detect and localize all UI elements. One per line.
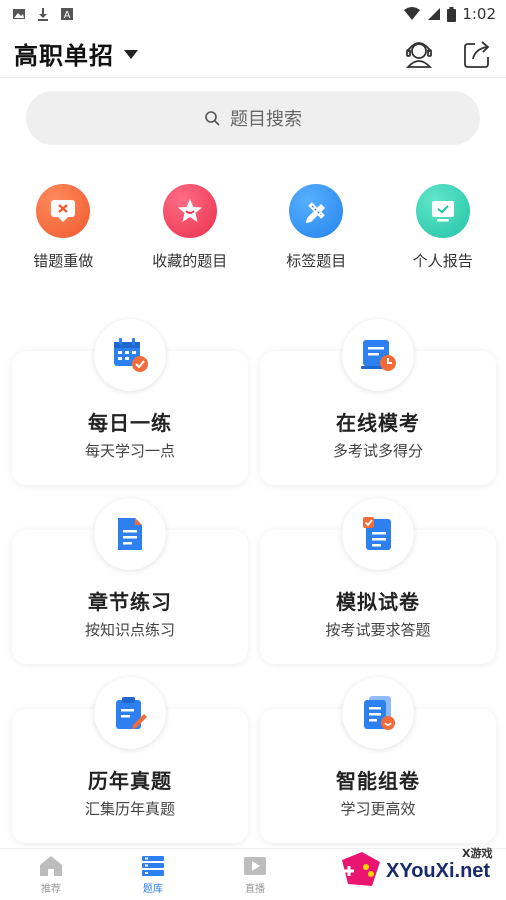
tab-label: 直播 (245, 884, 265, 895)
share-icon (464, 40, 490, 68)
caret-down-icon (124, 50, 138, 59)
status-time: 1:02 (462, 5, 496, 23)
checklist-paper-icon (342, 498, 414, 570)
play-video-icon (244, 857, 266, 875)
quick-actions-row: 错题重做 收藏的题目 标签题目 个人报告 (0, 184, 506, 271)
title-dropdown[interactable]: 高职单招 (14, 36, 138, 71)
share-button[interactable] (460, 37, 494, 71)
card-simulation-paper[interactable]: 模拟试卷 按考试要求答题 (260, 498, 496, 664)
headset-user-icon (405, 41, 433, 68)
tab-label: 推荐 (41, 884, 61, 895)
quick-action-label: 标签题目 (286, 252, 347, 270)
home-icon (40, 856, 62, 876)
card-subtitle: 每天学习一点 (84, 442, 175, 460)
report-monitor-icon (415, 184, 470, 238)
watermark-tag: X游戏 (462, 847, 493, 860)
card-title: 历年真题 (88, 769, 172, 793)
star-icon (162, 184, 217, 238)
card-title: 每日一练 (88, 411, 172, 435)
smart-paper-icon (342, 677, 414, 749)
watermark-brand: XYouXi.net (386, 860, 491, 882)
svg-text:A: A (64, 10, 71, 21)
gamepad-logo-icon (342, 852, 380, 886)
tab-question-bank[interactable]: 题库 (102, 849, 204, 900)
exam-clock-icon (342, 319, 414, 391)
quick-action-report[interactable]: 个人报告 (380, 184, 506, 271)
image-notification-icon (13, 9, 25, 19)
tab-live[interactable]: 直播 (204, 849, 306, 900)
search-bar[interactable]: 题目搜索 (26, 91, 480, 145)
download-icon (38, 8, 48, 21)
watermark-logo: X游戏 XYouXi.net (336, 844, 500, 896)
card-subtitle: 多考试多得分 (332, 442, 423, 460)
card-past-exams[interactable]: 历年真题 汇集历年真题 (12, 677, 248, 843)
card-title: 模拟试卷 (336, 590, 420, 614)
quick-action-label: 收藏的题目 (152, 252, 228, 270)
battery-icon (447, 6, 457, 22)
tab-label: 题库 (143, 884, 163, 895)
status-bar: A 1:02 (0, 0, 506, 28)
app-header: 高职单招 (0, 30, 506, 78)
tab-recommend[interactable]: 推荐 (0, 849, 102, 900)
search-placeholder: 题目搜索 (230, 109, 302, 130)
card-smart-paper[interactable]: 智能组卷 学习更高效 (260, 677, 496, 843)
clipboard-edit-icon (94, 677, 166, 749)
signal-icon (428, 8, 441, 20)
calendar-check-icon (94, 319, 166, 391)
quick-action-favorites[interactable]: 收藏的题目 (127, 184, 254, 271)
search-icon (205, 111, 220, 126)
wifi-icon (404, 7, 421, 20)
document-icon (94, 498, 166, 570)
quick-action-label: 个人报告 (412, 252, 473, 270)
quick-action-label: 错题重做 (33, 252, 94, 270)
card-subtitle: 学习更高效 (340, 800, 416, 818)
text-notification-icon: A (61, 8, 73, 21)
card-online-mock-exam[interactable]: 在线模考 多考试多得分 (260, 319, 496, 485)
card-subtitle: 按考试要求答题 (325, 621, 431, 639)
card-daily-practice[interactable]: 每日一练 每天学习一点 (12, 319, 248, 485)
question-bank-icon (142, 856, 164, 876)
card-subtitle: 按知识点练习 (84, 621, 175, 639)
page-title: 高职单招 (14, 42, 114, 70)
pencil-ruler-icon (289, 184, 344, 238)
card-subtitle: 汇集历年真题 (84, 800, 175, 818)
card-title: 章节练习 (88, 590, 172, 614)
card-title: 智能组卷 (336, 769, 420, 793)
card-chapter-practice[interactable]: 章节练习 按知识点练习 (12, 498, 248, 664)
quick-action-tags[interactable]: 标签题目 (253, 184, 380, 271)
wrong-answer-icon (36, 184, 91, 238)
quick-action-wrong-redo[interactable]: 错题重做 (0, 184, 127, 271)
card-title: 在线模考 (336, 411, 420, 435)
customer-service-button[interactable] (402, 37, 436, 71)
